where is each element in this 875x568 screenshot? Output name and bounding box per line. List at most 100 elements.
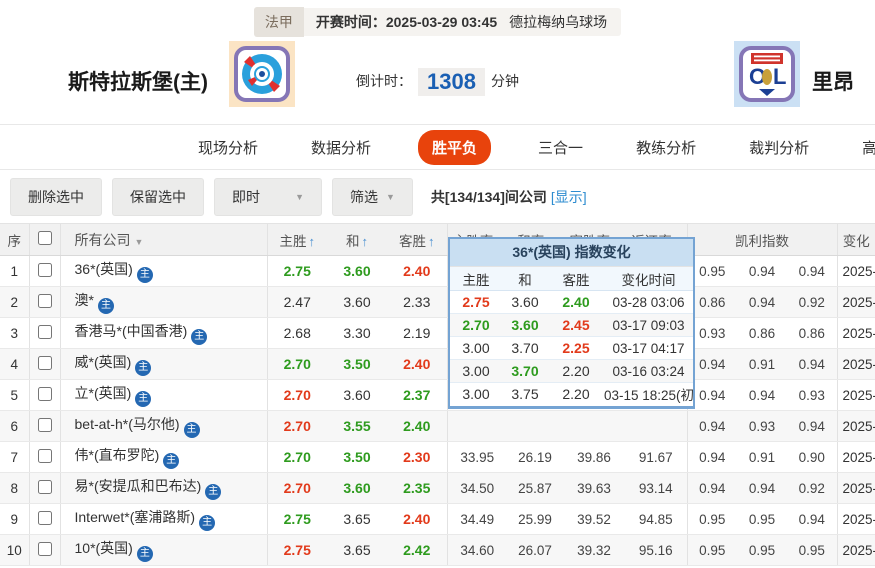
company-cell[interactable]: 36*(英国) 主 (59, 255, 267, 287)
company-cell[interactable]: 10*(英国) 主 (59, 534, 267, 566)
tab-expert-picks[interactable]: 高手推荐 (856, 130, 875, 165)
away-odds-cell[interactable]: 2.37 (387, 379, 447, 411)
popup-away-odds: 2.20 (562, 386, 590, 403)
home-badge-icon: 主 (163, 453, 180, 469)
delete-selected-button[interactable]: 删除选中 (10, 177, 102, 216)
popup-draw-odds: 3.60 (502, 313, 548, 337)
match-info-bar: 法甲 开赛时间： 2025-03-29 03:45 德拉梅纳乌球场 (0, 0, 875, 37)
popup-change-time: 03-17 09:03 (604, 313, 693, 337)
home-rate-cell: 34.50 (446, 472, 507, 504)
away-odds-cell[interactable]: 2.40 (387, 255, 447, 287)
away-odds-cell[interactable]: 2.40 (387, 410, 447, 442)
draw-odds-cell[interactable]: 3.60 (327, 472, 387, 504)
popup-draw-odds: 3.60 (502, 290, 548, 314)
draw-odds-cell[interactable]: 3.30 (327, 317, 387, 349)
row-checkbox[interactable] (37, 510, 52, 525)
row-checkbox[interactable] (37, 448, 52, 463)
home-odds-cell[interactable]: 2.68 (266, 317, 327, 349)
kelly-away-cell: 0.92 (787, 286, 838, 318)
away-odds-cell[interactable]: 2.40 (387, 503, 447, 535)
popup-home-odds: 3.00 (450, 336, 502, 360)
row-checkbox-cell (28, 379, 60, 411)
tab-data-analysis[interactable]: 数据分析 (305, 130, 377, 165)
draw-odds-cell[interactable]: 3.50 (327, 348, 387, 380)
draw-rate-cell: 26.07 (507, 534, 563, 566)
table-row: 7 伟*(直布罗陀) 主 2.70 3.50 2.30 33.95 26.19 39.86 91.… (0, 441, 875, 473)
draw-odds-cell[interactable]: 3.55 (327, 410, 387, 442)
countdown-label: 倒计时： (356, 73, 413, 89)
away-odds-cell[interactable]: 2.42 (387, 534, 447, 566)
company-cell[interactable]: 易*(安提瓜和巴布达) 主 (59, 472, 267, 504)
kelly-home-cell: 0.94 (686, 441, 737, 473)
row-index: 7 (0, 441, 29, 473)
draw-rate-cell: 26.19 (507, 441, 563, 473)
select-all-checkbox[interactable] (37, 231, 52, 245)
away-odds-cell[interactable]: 2.35 (387, 472, 447, 504)
home-odds-cell[interactable]: 2.70 (266, 441, 327, 473)
popup-row: 3.00 3.70 2.20 03-16 03:24 (450, 359, 693, 383)
company-cell[interactable]: 澳* 主 (59, 286, 267, 318)
home-badge-icon: 主 (135, 360, 152, 376)
kelly-draw-cell: 0.91 (737, 441, 787, 473)
col-company[interactable]: 所有公司 ▼ (59, 223, 267, 256)
tab-live-analysis[interactable]: 现场分析 (192, 130, 264, 165)
draw-odds-cell[interactable]: 3.60 (327, 286, 387, 318)
popup-row: 2.70 3.60 2.45 03-17 09:03 (450, 313, 693, 337)
kelly-away-cell: 0.92 (787, 472, 838, 504)
away-odds-cell[interactable]: 2.33 (387, 286, 447, 318)
row-checkbox[interactable] (37, 293, 52, 308)
row-checkbox[interactable] (37, 324, 52, 339)
home-odds-cell[interactable]: 2.70 (266, 410, 327, 442)
draw-odds-cell[interactable]: 3.50 (327, 441, 387, 473)
away-odds-cell[interactable]: 2.40 (387, 348, 447, 380)
tab-referee-analysis[interactable]: 裁判分析 (743, 130, 815, 165)
keep-selected-button[interactable]: 保留选中 (112, 177, 204, 216)
kelly-home-cell: 0.95 (686, 534, 737, 566)
draw-odds-cell[interactable]: 3.65 (327, 534, 387, 566)
row-checkbox[interactable] (37, 355, 52, 370)
table-row: 9 Interwet*(塞浦路斯) 主 2.75 3.65 2.40 34.49 25.99 3… (0, 503, 875, 535)
col-away-win[interactable]: 客胜 ↑ (387, 223, 447, 256)
popup-col-home: 主胜 (450, 266, 502, 291)
company-cell[interactable]: 香港马*(中国香港) 主 (59, 317, 267, 349)
company-cell[interactable]: 威*(英国) 主 (59, 348, 267, 380)
col-home-win[interactable]: 主胜 ↑ (266, 223, 327, 256)
home-odds-cell[interactable]: 2.75 (266, 534, 327, 566)
show-link[interactable]: [显示] (551, 189, 587, 205)
draw-odds-cell[interactable]: 3.60 (327, 379, 387, 411)
home-odds-cell[interactable]: 2.70 (266, 472, 327, 504)
countdown-unit: 分钟 (490, 73, 519, 89)
row-checkbox[interactable] (37, 262, 52, 277)
away-odds-cell[interactable]: 2.19 (387, 317, 447, 349)
away-odds-cell[interactable]: 2.30 (387, 441, 447, 473)
row-checkbox[interactable] (37, 417, 52, 432)
company-cell[interactable]: bet-at-h*(马尔他) 主 (59, 410, 267, 442)
tab-three-in-one[interactable]: 三合一 (532, 130, 589, 165)
time-filter-dropdown[interactable]: 即时 ▼ (214, 177, 322, 216)
filter-dropdown[interactable]: 筛选 ▼ (332, 177, 413, 216)
col-draw[interactable]: 和 ↑ (327, 223, 387, 256)
table-row: 6 bet-at-h*(马尔他) 主 2.70 3.55 2.40 0.94 0.93 0.94… (0, 410, 875, 442)
home-odds-cell[interactable]: 2.75 (266, 503, 327, 535)
draw-odds-cell[interactable]: 3.65 (327, 503, 387, 535)
home-odds-cell[interactable]: 2.47 (266, 286, 327, 318)
tab-win-draw-lose[interactable]: 胜平负 (418, 129, 492, 165)
draw-odds-cell[interactable]: 3.60 (327, 255, 387, 287)
row-checkbox[interactable] (37, 386, 52, 401)
table-row: 4威*(英国)主2.703.502.400.940.910.942025-0 (0, 348, 875, 380)
home-odds-cell[interactable]: 2.75 (266, 255, 327, 287)
kelly-away-cell: 0.86 (787, 317, 838, 349)
filter-caret-icon: ▼ (134, 236, 144, 247)
row-index: 10 (0, 534, 29, 566)
home-odds-cell[interactable]: 2.70 (266, 348, 327, 380)
teams-header: 斯特拉斯堡(主) 倒计时： 1308 分钟 O L 里昂 (0, 36, 875, 124)
tab-coach-analysis[interactable]: 教练分析 (630, 130, 702, 165)
row-checkbox[interactable] (37, 479, 52, 494)
company-cell[interactable]: Interwet*(塞浦路斯) 主 (59, 503, 267, 535)
company-cell[interactable]: 伟*(直布罗陀) 主 (59, 441, 267, 473)
popup-draw-odds: 3.75 (511, 386, 539, 403)
company-cell[interactable]: 立*(英国) 主 (59, 379, 267, 411)
home-odds-cell[interactable]: 2.70 (266, 379, 327, 411)
home-rate-cell: 34.49 (446, 503, 507, 535)
row-checkbox[interactable] (37, 541, 52, 556)
